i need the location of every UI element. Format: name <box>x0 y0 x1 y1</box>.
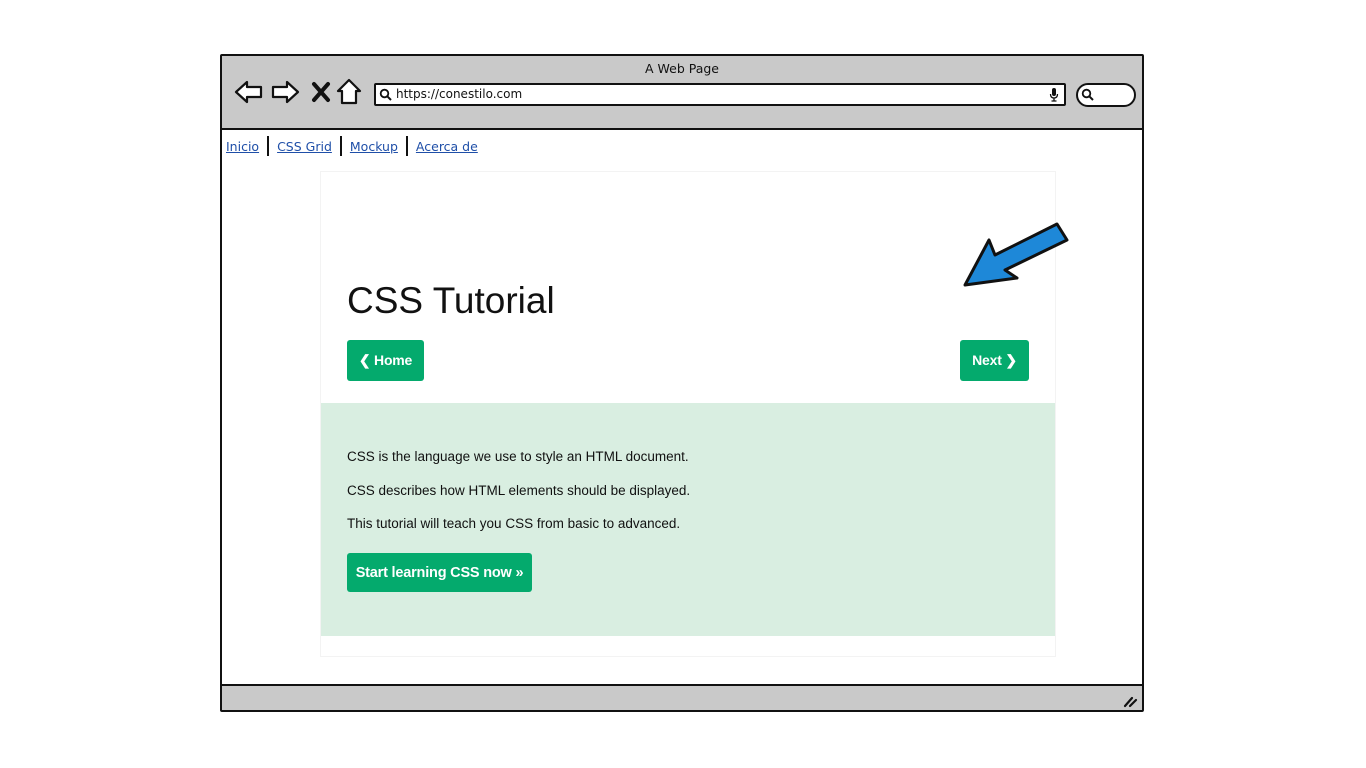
nav-link-mockup[interactable]: Mockup <box>350 139 398 154</box>
home-icon <box>336 78 362 105</box>
search-input[interactable] <box>1076 83 1136 107</box>
embedded-page: CSS Tutorial ❮ Home Next ❯ CSS is the la… <box>321 172 1069 656</box>
stop-button[interactable] <box>306 78 336 106</box>
next-button[interactable]: Next ❯ <box>960 340 1029 381</box>
home-nav-button[interactable]: ❮ Home <box>347 340 424 381</box>
browser-window: A Web Page https://conestilo.com Inicio … <box>220 54 1144 712</box>
site-nav: Inicio CSS Grid Mockup Acerca de <box>226 136 478 156</box>
nav-link-css-grid[interactable]: CSS Grid <box>277 139 332 154</box>
close-icon <box>312 82 330 102</box>
url-text: https://conestilo.com <box>396 87 523 101</box>
arrow-icon <box>963 222 1069 287</box>
status-bar <box>222 684 1142 710</box>
address-bar[interactable]: https://conestilo.com <box>374 83 1066 106</box>
forward-arrow-icon <box>271 80 300 104</box>
intro-panel: CSS is the language we use to style an H… <box>321 403 1055 636</box>
microphone-icon[interactable] <box>1048 87 1060 103</box>
intro-paragraph: CSS is the language we use to style an H… <box>347 449 689 464</box>
nav-separator <box>339 136 342 156</box>
intro-paragraph: CSS describes how HTML elements should b… <box>347 483 691 498</box>
back-arrow-icon <box>234 80 263 104</box>
back-button[interactable] <box>234 78 264 106</box>
nav-separator <box>267 136 270 156</box>
start-learning-button[interactable]: Start learning CSS now » <box>347 553 532 592</box>
browser-viewport: Inicio CSS Grid Mockup Acerca de CSS Tut… <box>222 130 1142 684</box>
nav-separator <box>405 136 408 156</box>
home-button[interactable] <box>334 78 364 106</box>
page-title: CSS Tutorial <box>347 280 555 321</box>
nav-link-acerca-de[interactable]: Acerca de <box>416 139 478 154</box>
forward-button[interactable] <box>270 78 300 106</box>
resize-grip-icon[interactable] <box>1122 692 1138 708</box>
search-icon <box>1081 88 1094 101</box>
intro-paragraph: This tutorial will teach you CSS from ba… <box>347 516 681 531</box>
nav-link-inicio[interactable]: Inicio <box>226 139 259 154</box>
search-icon <box>379 88 392 101</box>
browser-toolbar: A Web Page https://conestilo.com <box>222 56 1142 130</box>
window-title: A Web Page <box>644 61 719 76</box>
